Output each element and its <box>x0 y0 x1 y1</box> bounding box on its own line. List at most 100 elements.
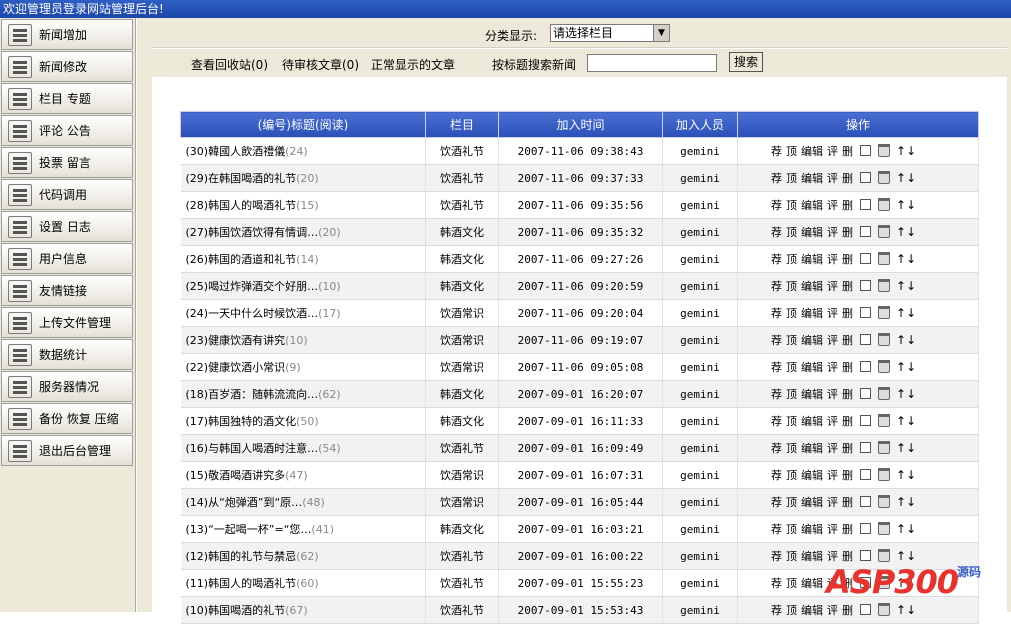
move-up-arrow-icon[interactable]: ↑ <box>896 603 906 617</box>
article-title[interactable]: (24)一天中什么时候饮酒… <box>186 307 319 320</box>
move-down-arrow-icon[interactable]: ↓ <box>906 252 916 266</box>
move-up-arrow-icon[interactable]: ↑ <box>896 549 906 563</box>
comment-link[interactable]: 评 <box>827 172 838 185</box>
select-checkbox[interactable] <box>860 145 871 156</box>
article-title-cell[interactable]: (13)“一起喝一杯”=“您…(41) <box>180 515 426 543</box>
pin-top-link[interactable]: 顶 <box>786 172 797 185</box>
recommend-link[interactable]: 荐 <box>771 496 782 509</box>
article-title[interactable]: (23)健康饮酒有讲究 <box>186 334 286 347</box>
select-checkbox[interactable] <box>860 496 871 507</box>
article-title[interactable]: (29)在韩国喝酒的礼节 <box>186 172 297 185</box>
move-up-arrow-icon[interactable]: ↑ <box>896 144 906 158</box>
pin-top-link[interactable]: 顶 <box>786 604 797 617</box>
move-down-arrow-icon[interactable]: ↓ <box>906 603 916 617</box>
delete-link[interactable]: 删 <box>842 145 853 158</box>
comment-link[interactable]: 评 <box>827 334 838 347</box>
edit-link[interactable]: 编辑 <box>801 226 823 239</box>
delete-link[interactable]: 删 <box>842 550 853 563</box>
recommend-link[interactable]: 荐 <box>771 577 782 590</box>
delete-link[interactable]: 删 <box>842 253 853 266</box>
move-up-arrow-icon[interactable]: ↑ <box>896 468 906 482</box>
article-title-cell[interactable]: (30)韓國人飲酒禮儀(24) <box>180 137 426 165</box>
trash-icon[interactable] <box>878 495 890 508</box>
select-checkbox[interactable] <box>860 442 871 453</box>
pin-top-link[interactable]: 顶 <box>786 469 797 482</box>
recommend-link[interactable]: 荐 <box>771 469 782 482</box>
pin-top-link[interactable]: 顶 <box>786 577 797 590</box>
sidebar-item-5[interactable]: 代码调用 <box>1 179 133 210</box>
edit-link[interactable]: 编辑 <box>801 577 823 590</box>
edit-link[interactable]: 编辑 <box>801 415 823 428</box>
trash-icon[interactable] <box>878 198 890 211</box>
recycle-bin-link[interactable]: 查看回收站(0) <box>191 56 268 73</box>
move-down-arrow-icon[interactable]: ↓ <box>906 360 916 374</box>
sidebar-item-12[interactable]: 备份 恢复 压缩 <box>1 403 133 434</box>
recommend-link[interactable]: 荐 <box>771 415 782 428</box>
edit-link[interactable]: 编辑 <box>801 523 823 536</box>
delete-link[interactable]: 删 <box>842 604 853 617</box>
trash-icon[interactable] <box>878 603 890 616</box>
move-up-arrow-icon[interactable]: ↑ <box>896 576 906 590</box>
move-down-arrow-icon[interactable]: ↓ <box>906 495 916 509</box>
article-title-cell[interactable]: (11)韩国人的喝酒礼节(60) <box>180 569 426 597</box>
select-checkbox[interactable] <box>860 226 871 237</box>
delete-link[interactable]: 删 <box>842 226 853 239</box>
article-title[interactable]: (27)韩国饮酒饮得有情调… <box>186 226 319 239</box>
recommend-link[interactable]: 荐 <box>771 334 782 347</box>
trash-icon[interactable] <box>878 252 890 265</box>
article-title[interactable]: (12)韩国的礼节与禁忌 <box>186 550 297 563</box>
recommend-link[interactable]: 荐 <box>771 145 782 158</box>
edit-link[interactable]: 编辑 <box>801 469 823 482</box>
recommend-link[interactable]: 荐 <box>771 172 782 185</box>
move-up-arrow-icon[interactable]: ↑ <box>896 252 906 266</box>
delete-link[interactable]: 删 <box>842 172 853 185</box>
edit-link[interactable]: 编辑 <box>801 253 823 266</box>
trash-icon[interactable] <box>878 225 890 238</box>
search-button[interactable]: 搜索 <box>729 52 763 72</box>
article-title-cell[interactable]: (10)韩国喝酒的礼节(67) <box>180 596 426 624</box>
move-down-arrow-icon[interactable]: ↓ <box>906 522 916 536</box>
select-checkbox[interactable] <box>860 307 871 318</box>
comment-link[interactable]: 评 <box>827 442 838 455</box>
recommend-link[interactable]: 荐 <box>771 442 782 455</box>
trash-icon[interactable] <box>878 171 890 184</box>
recommend-link[interactable]: 荐 <box>771 361 782 374</box>
edit-link[interactable]: 编辑 <box>801 199 823 212</box>
move-down-arrow-icon[interactable]: ↓ <box>906 306 916 320</box>
comment-link[interactable]: 评 <box>827 388 838 401</box>
edit-link[interactable]: 编辑 <box>801 550 823 563</box>
comment-link[interactable]: 评 <box>827 307 838 320</box>
move-up-arrow-icon[interactable]: ↑ <box>896 306 906 320</box>
trash-icon[interactable] <box>878 360 890 373</box>
comment-link[interactable]: 评 <box>827 415 838 428</box>
article-title-cell[interactable]: (24)一天中什么时候饮酒…(17) <box>180 299 426 327</box>
sidebar-item-6[interactable]: 设置 日志 <box>1 211 133 242</box>
move-down-arrow-icon[interactable]: ↓ <box>906 387 916 401</box>
move-down-arrow-icon[interactable]: ↓ <box>906 576 916 590</box>
scrollbar[interactable] <box>1007 18 1011 612</box>
delete-link[interactable]: 删 <box>842 415 853 428</box>
select-checkbox[interactable] <box>860 523 871 534</box>
pin-top-link[interactable]: 顶 <box>786 199 797 212</box>
move-up-arrow-icon[interactable]: ↑ <box>896 171 906 185</box>
delete-link[interactable]: 删 <box>842 388 853 401</box>
comment-link[interactable]: 评 <box>827 145 838 158</box>
pin-top-link[interactable]: 顶 <box>786 415 797 428</box>
move-down-arrow-icon[interactable]: ↓ <box>906 171 916 185</box>
delete-link[interactable]: 删 <box>842 442 853 455</box>
comment-link[interactable]: 评 <box>827 253 838 266</box>
select-checkbox[interactable] <box>860 253 871 264</box>
sidebar-item-9[interactable]: 上传文件管理 <box>1 307 133 338</box>
trash-icon[interactable] <box>878 441 890 454</box>
article-title-cell[interactable]: (26)韩国的酒道和礼节(14) <box>180 245 426 273</box>
move-up-arrow-icon[interactable]: ↑ <box>896 387 906 401</box>
delete-link[interactable]: 删 <box>842 523 853 536</box>
pin-top-link[interactable]: 顶 <box>786 550 797 563</box>
move-down-arrow-icon[interactable]: ↓ <box>906 414 916 428</box>
comment-link[interactable]: 评 <box>827 496 838 509</box>
pin-top-link[interactable]: 顶 <box>786 307 797 320</box>
sidebar-item-0[interactable]: 新闻增加 <box>1 19 133 50</box>
pin-top-link[interactable]: 顶 <box>786 145 797 158</box>
article-title[interactable]: (14)从“炮弹酒”到“原… <box>186 496 303 509</box>
edit-link[interactable]: 编辑 <box>801 280 823 293</box>
